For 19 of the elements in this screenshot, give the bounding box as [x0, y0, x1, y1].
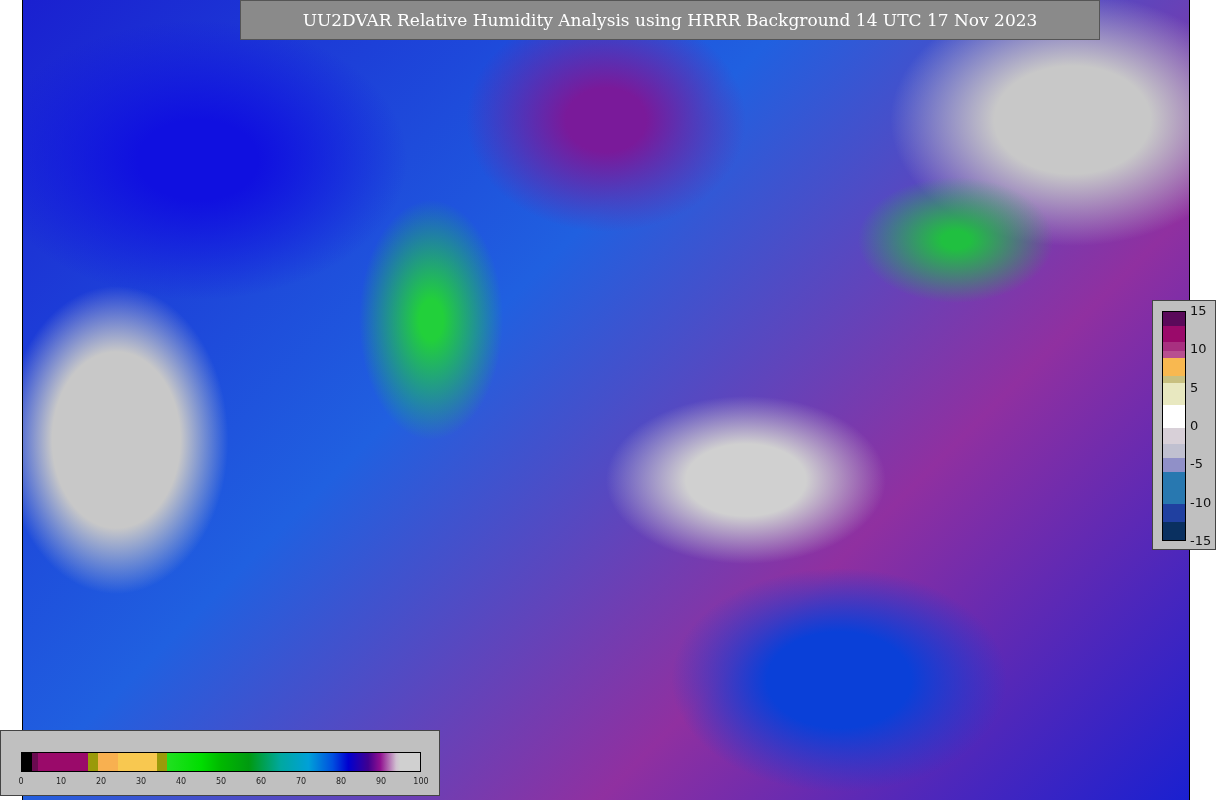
scale-label: 0 — [17, 777, 25, 786]
scale-label: 40 — [174, 777, 188, 786]
scale-label: 60 — [254, 777, 268, 786]
scale-label: 80 — [334, 777, 348, 786]
scale-label: 30 — [134, 777, 148, 786]
scale-label: 50 — [214, 777, 228, 786]
map-title: UU2DVAR Relative Humidity Analysis using HRRR Background 14 UTC 17 Nov 2023 — [240, 0, 1100, 40]
scale-label: 100 — [412, 777, 430, 786]
scale-label: -15 — [1190, 532, 1212, 549]
scale-label: -5 — [1190, 456, 1204, 473]
scale-label: 15 — [1190, 303, 1208, 319]
scale-label: 20 — [94, 777, 108, 786]
scale-label: 10 — [1190, 341, 1208, 358]
scale-label: 5 — [1190, 379, 1200, 396]
scale-label: 0 — [1190, 418, 1200, 434]
scale-label: 70 — [294, 777, 308, 786]
scale-label: -10 — [1190, 494, 1212, 511]
scale-label: 10 — [54, 777, 68, 786]
scale-label: 90 — [374, 777, 388, 786]
